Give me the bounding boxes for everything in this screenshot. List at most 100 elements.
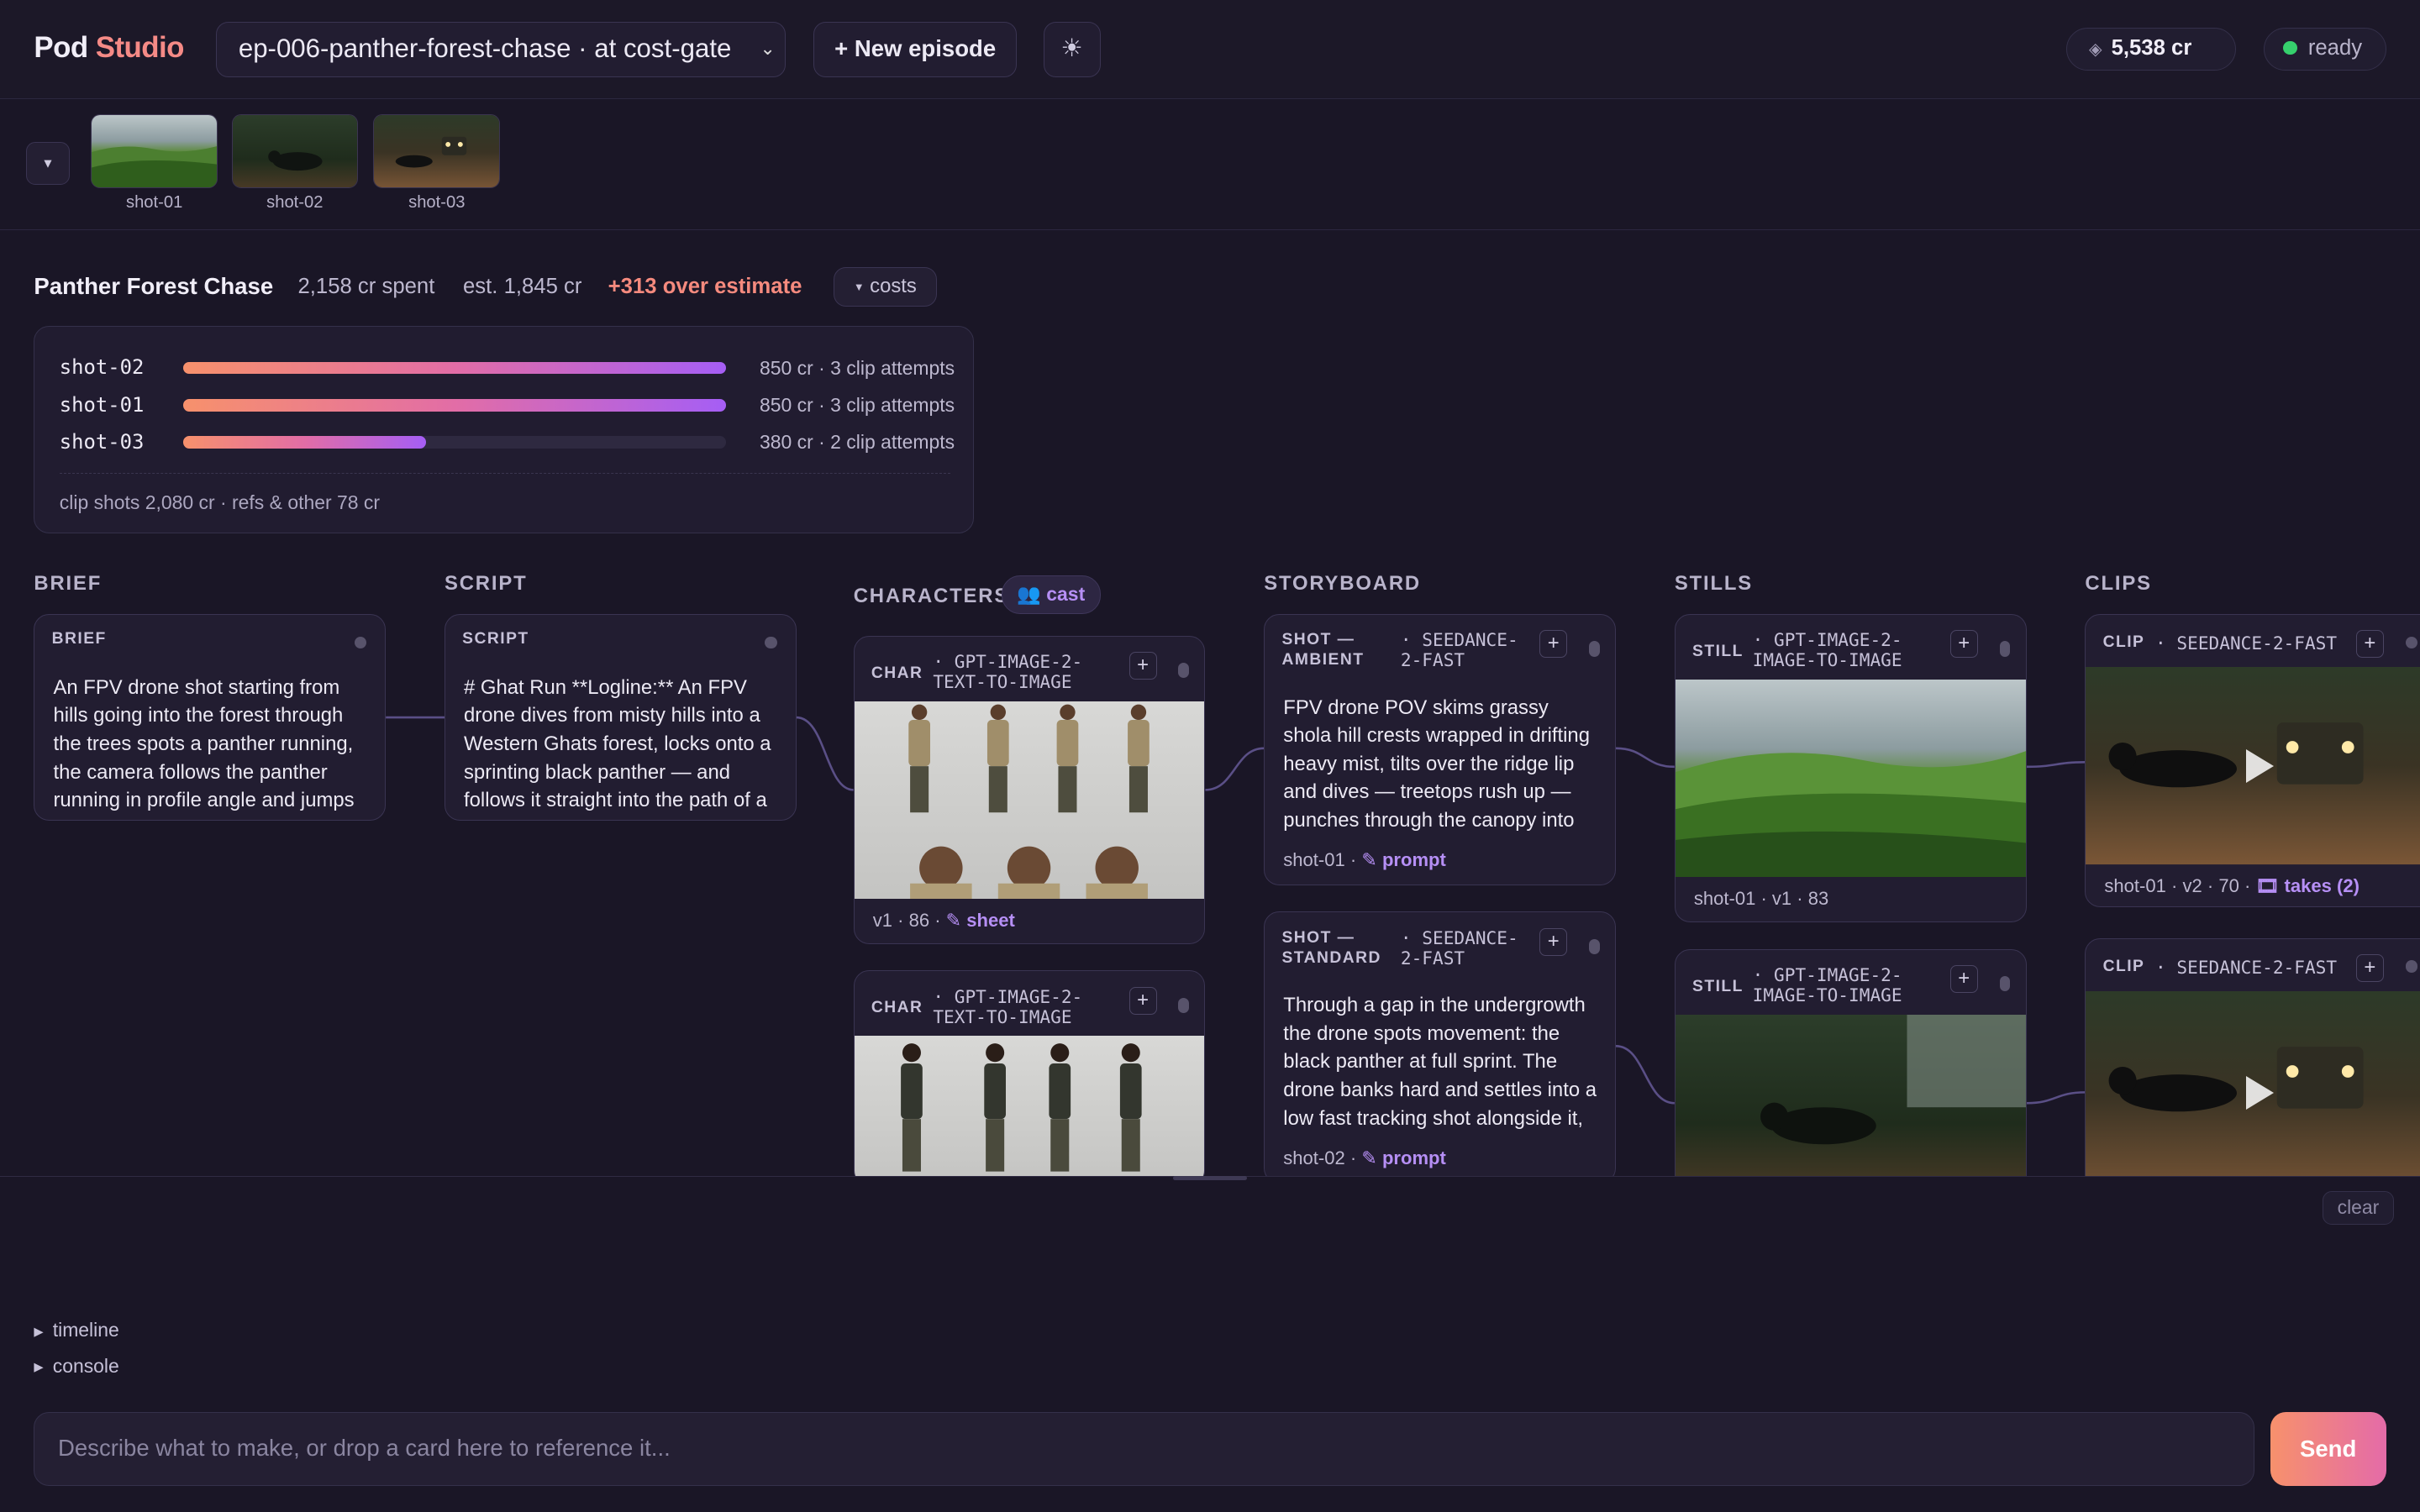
play-icon[interactable] [2246, 1076, 2275, 1110]
sheet-link-label: sheet [966, 909, 1015, 931]
film-icon: 🎞 [2255, 875, 2280, 897]
episode-select-value: ep-006-panther-forest-chase · at cost-ga… [238, 33, 732, 63]
card-tag: BRIEF [51, 630, 107, 648]
cost-row-shot: shot-02 [59, 355, 145, 380]
prompt-link-label: prompt [1381, 849, 1446, 871]
clip-preview-image[interactable] [2086, 667, 2420, 865]
card-model: · SEEDANCE-2-FAST [2155, 956, 2338, 978]
status-badge: ready [2264, 28, 2386, 71]
people-icon: 👥 [1017, 583, 1041, 606]
thumb-shot-01[interactable] [91, 113, 218, 189]
add-icon[interactable]: + [2355, 630, 2384, 659]
shot-card[interactable]: SHOT — AMBIENT · SEEDANCE-2-FAST + FPV d… [1264, 614, 1617, 886]
cost-bar-track [182, 361, 727, 375]
card-tag: CHAR [871, 999, 923, 1017]
character-sheet-image [854, 1036, 1205, 1186]
console-label: console [52, 1354, 119, 1377]
credits-badge: ◈ 5,538 cr [2066, 28, 2237, 71]
thumb-label: shot-03 [408, 192, 466, 212]
card-tag: CLIP [2102, 633, 2145, 652]
status-dot-icon [2283, 40, 2297, 55]
pencil-icon: ✎ [1361, 849, 1377, 871]
clip-preview-image[interactable] [2086, 991, 2420, 1200]
card-tag: CHAR [871, 664, 923, 682]
thumb-shot-02[interactable] [231, 113, 359, 189]
triangle-right-icon: ▶ [34, 1360, 44, 1374]
column-header-clips: CLIPS [2085, 572, 2152, 596]
card-status-dot [1999, 975, 2011, 992]
cost-footer: clip shots 2,080 cr · refs & other 78 cr [59, 491, 380, 514]
pencil-icon: ✎ [945, 909, 962, 931]
add-icon[interactable]: + [1949, 630, 1978, 659]
add-icon[interactable]: + [1949, 964, 1978, 993]
card-footer-meta: shot-02 · [1283, 1147, 1357, 1168]
shot-thumbnail-strip [0, 99, 2420, 230]
cost-row-shot: shot-03 [59, 429, 145, 454]
still-card[interactable]: STILL · GPT-IMAGE-2-IMAGE-TO-IMAGE + sho… [1674, 614, 2027, 923]
cost-row: shot-03 380 cr · 2 clip attempts [60, 430, 955, 454]
new-episode-button[interactable]: + New episode [813, 21, 1018, 77]
credits-value: 5,538 cr [2111, 36, 2192, 60]
cost-row: shot-02 850 cr · 3 clip attempts [60, 355, 955, 380]
cast-button[interactable]: 👥 cast [1002, 575, 1101, 614]
card-status-dot [765, 636, 777, 649]
app-header: Pod Studio ep-006-panther-forest-chase ·… [0, 0, 2420, 99]
triangle-right-icon: ▶ [34, 1325, 44, 1339]
shot-prompt-text: FPV drone POV skims grassy shola hill cr… [1283, 696, 1590, 832]
prompt-placeholder: Describe what to make, or drop a card he… [57, 1434, 671, 1461]
clip-card[interactable]: CLIP · SEEDANCE-2-FAST + shot-01 · v2 · … [2085, 614, 2420, 907]
card-model: · SEEDANCE-2-FAST [1400, 927, 1518, 969]
play-icon[interactable] [2246, 748, 2275, 783]
add-icon[interactable]: + [1539, 630, 1568, 659]
chevron-down-icon: ⌄ [760, 37, 776, 59]
clear-button[interactable]: clear [2323, 1190, 2394, 1226]
timeline-toggle[interactable]: ▶ timeline [34, 1319, 118, 1341]
prompt-link[interactable]: ✎ prompt [1361, 849, 1445, 870]
script-card[interactable]: SCRIPT # Ghat Run **Logline:** An FPV dr… [444, 614, 797, 822]
character-card[interactable]: CHAR · GPT-IMAGE-2-TEXT-TO-IMAGE + v1 · … [853, 635, 1206, 945]
thumb-label: shot-01 [125, 192, 183, 212]
clip-card[interactable]: CLIP · SEEDANCE-2-FAST + [2085, 937, 2420, 1200]
jeep-road-image [374, 114, 500, 188]
cost-row: shot-01 850 cr · 3 clip attempts [60, 393, 955, 417]
cost-row-shot: shot-01 [59, 392, 145, 417]
shot-card[interactable]: SHOT — STANDARD · SEEDANCE-2-FAST + Thro… [1264, 911, 1617, 1184]
brief-card[interactable]: BRIEF An FPV drone shot starting from hi… [34, 614, 387, 822]
panel-resize-handle[interactable] [1172, 1175, 1248, 1181]
strip-toggle-button[interactable]: ▾ [26, 141, 70, 186]
add-icon[interactable]: + [1128, 652, 1157, 680]
diamond-icon: ◈ [2089, 40, 2102, 60]
prompt-input[interactable]: Describe what to make, or drop a card he… [34, 1411, 2255, 1486]
sheet-link[interactable]: ✎ sheet [946, 910, 1015, 931]
cost-bar-track [182, 398, 727, 412]
episode-select[interactable]: ep-006-panther-forest-chase · at cost-ga… [216, 21, 786, 77]
card-footer: shot-01 · ✎ prompt [1283, 849, 1446, 871]
cost-row-value: 850 cr · 3 clip attempts [760, 394, 955, 417]
card-status-dot [1588, 938, 1600, 955]
character-card[interactable]: CHAR · GPT-IMAGE-2-TEXT-TO-IMAGE + [853, 970, 1206, 1187]
card-status-dot [1178, 662, 1190, 679]
theme-toggle-button[interactable]: ☀ [1043, 21, 1101, 77]
add-icon[interactable]: + [2355, 954, 2384, 983]
brief-text: An FPV drone shot starting from hills go… [53, 675, 355, 812]
card-footer: v1 · 86 · ✎ sheet [873, 910, 1015, 932]
add-icon[interactable]: + [1539, 927, 1568, 956]
costs-toggle-button[interactable]: ▼ costs [833, 266, 937, 307]
takes-link[interactable]: 🎞 takes (2) [2255, 875, 2360, 896]
app-logo: Pod Studio [34, 31, 184, 65]
prompt-link[interactable]: ✎ prompt [1361, 1147, 1445, 1168]
send-button[interactable]: Send [2270, 1411, 2386, 1486]
sun-icon: ☀ [1060, 34, 1083, 62]
column-header-brief: BRIEF [34, 572, 103, 596]
thumb-shot-03[interactable] [373, 113, 501, 189]
project-title: Panther Forest Chase [34, 273, 274, 300]
column-header-characters: CHARACTERS [853, 585, 1010, 608]
add-icon[interactable]: + [1128, 986, 1157, 1015]
cost-bar-fill [182, 398, 727, 412]
console-toggle[interactable]: ▶ console [34, 1355, 118, 1378]
prompt-link-label: prompt [1381, 1147, 1446, 1168]
still-card[interactable]: STILL · GPT-IMAGE-2-IMAGE-TO-IMAGE + [1674, 948, 2027, 1196]
card-tag: CLIP [2102, 957, 2145, 975]
card-tag: SHOT — AMBIENT [1281, 631, 1365, 669]
credits-spent: 2,158 cr spent [297, 274, 435, 298]
